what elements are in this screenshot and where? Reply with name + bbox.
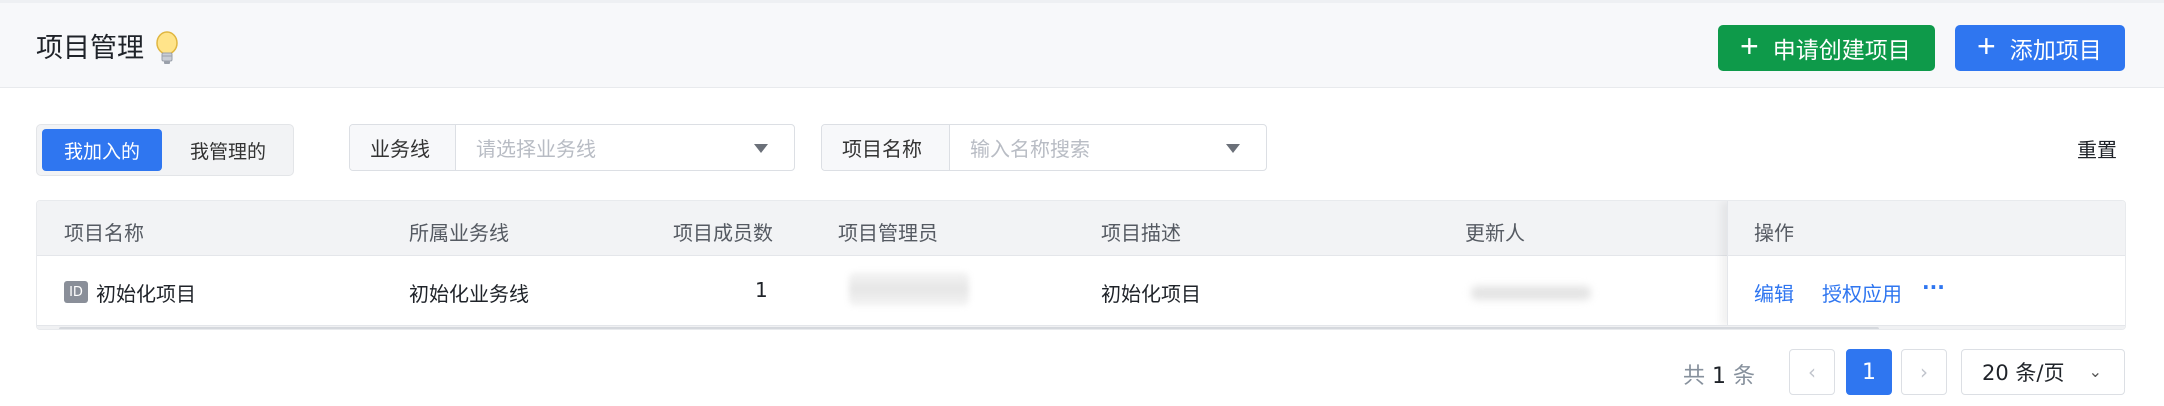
- business-line-filter: 业务线 请选择业务线: [349, 124, 795, 171]
- plus-icon: +: [1977, 28, 1996, 64]
- apply-create-project-label: 申请创建项目: [1772, 37, 1911, 63]
- column-header-updated-by: 更新人: [1465, 221, 1525, 245]
- project-name-placeholder: 输入名称搜索: [970, 137, 1090, 161]
- business-line-label: 业务线: [350, 125, 456, 170]
- reset-button[interactable]: 重置: [2077, 134, 2117, 163]
- edit-link[interactable]: 编辑: [1754, 278, 1794, 307]
- redacted-updater: [1471, 286, 1591, 300]
- tab-joined[interactable]: 我加入的: [42, 129, 162, 171]
- project-scope-toggle: 我加入的 我管理的: [36, 124, 294, 176]
- column-header-project-name: 项目名称: [64, 221, 144, 245]
- column-header-project-admin: 项目管理员: [838, 221, 938, 245]
- scrollbar-thumb[interactable]: [59, 327, 1879, 329]
- total-number: 1: [1712, 364, 1727, 389]
- project-name-filter: 项目名称 输入名称搜索: [821, 124, 1267, 171]
- project-table: 项目名称 所属业务线 项目成员数 项目管理员 项目描述 更新人 ID 初始化项目…: [36, 200, 2126, 330]
- project-name-cell: 初始化项目: [96, 282, 196, 306]
- apply-create-project-button[interactable]: + 申请创建项目: [1718, 25, 1935, 71]
- next-page-button[interactable]: ›: [1901, 349, 1947, 395]
- add-project-button[interactable]: + 添加项目: [1955, 25, 2125, 71]
- page-size-select[interactable]: 20 条/页 ⌄: [1961, 349, 2125, 395]
- page-header: 项目管理 + 申请创建项目 + 添加项目: [0, 0, 2164, 88]
- caret-down-icon: [1226, 144, 1240, 153]
- plus-icon: +: [1740, 28, 1759, 64]
- authorize-app-link[interactable]: 授权应用: [1822, 278, 1902, 307]
- prev-page-button[interactable]: ‹: [1789, 349, 1835, 395]
- project-name-label: 项目名称: [822, 125, 950, 170]
- total-count: 共 1 条: [1683, 358, 1755, 390]
- column-header-member-count: 项目成员数: [673, 221, 773, 245]
- page-size-value: 20 条/页: [1982, 361, 2065, 385]
- actions-column: 操作 编辑 授权应用 ···: [1727, 201, 2125, 326]
- member-count-cell: 1: [755, 278, 768, 302]
- business-line-cell: 初始化业务线: [409, 282, 529, 306]
- column-header-business-line: 所属业务线: [409, 221, 509, 245]
- page-title: 项目管理: [36, 33, 144, 64]
- chevron-down-icon: ⌄: [2088, 362, 2102, 381]
- business-line-placeholder: 请选择业务线: [476, 137, 596, 161]
- business-line-select[interactable]: 请选择业务线: [456, 125, 794, 170]
- total-suffix: 条: [1733, 364, 1756, 389]
- more-actions-icon[interactable]: ···: [1922, 275, 1945, 299]
- tab-managed[interactable]: 我管理的: [167, 129, 289, 171]
- description-cell: 初始化项目: [1101, 282, 1201, 306]
- total-prefix: 共: [1683, 364, 1706, 389]
- page-1-button[interactable]: 1: [1846, 349, 1892, 395]
- column-header-description: 项目描述: [1101, 221, 1181, 245]
- id-badge-icon: ID: [64, 281, 88, 303]
- column-header-actions: 操作: [1754, 221, 1794, 245]
- caret-down-icon: [754, 144, 768, 153]
- project-name-search-input[interactable]: 输入名称搜索: [950, 125, 1266, 170]
- add-project-label: 添加项目: [2009, 37, 2102, 63]
- redacted-admin: [849, 272, 969, 306]
- lightbulb-icon[interactable]: [152, 29, 182, 69]
- horizontal-scrollbar[interactable]: [37, 325, 2125, 329]
